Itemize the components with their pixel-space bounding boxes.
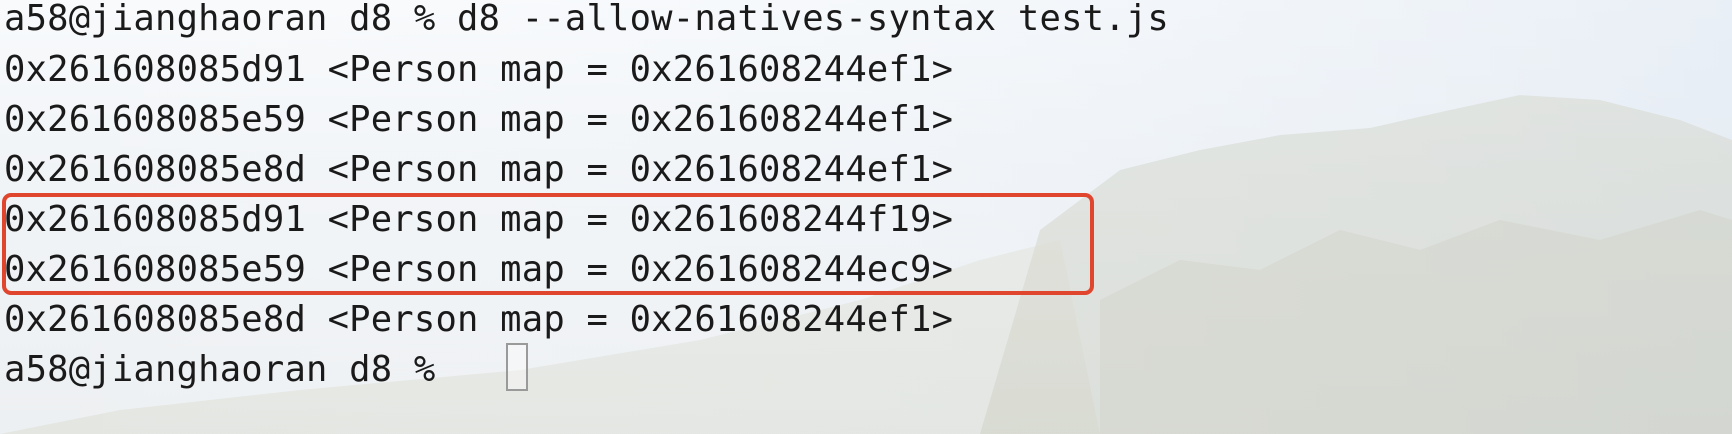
text-cursor[interactable] [506, 343, 528, 391]
command-text: d8 --allow-natives-syntax test.js [457, 0, 1169, 39]
output-line: 0x261608085e59 <Person map = 0x261608244… [4, 99, 954, 140]
output-line: 0x261608085e8d <Person map = 0x261608244… [4, 149, 954, 190]
prompt: a58@jianghaoran d8 % [4, 349, 458, 390]
highlight-box [2, 193, 1094, 295]
prompt: a58@jianghaoran d8 % [4, 0, 458, 39]
terminal-window[interactable]: a58@jianghaoran d8 % d8 --allow-natives-… [0, 0, 1732, 434]
command-line: a58@jianghaoran d8 % d8 --allow-natives-… [4, 0, 1169, 44]
output-line: 0x261608085d91 <Person map = 0x261608244… [4, 49, 954, 90]
final-prompt-line: a58@jianghaoran d8 % [4, 345, 457, 395]
output-line: 0x261608085e8d <Person map = 0x261608244… [4, 299, 954, 340]
